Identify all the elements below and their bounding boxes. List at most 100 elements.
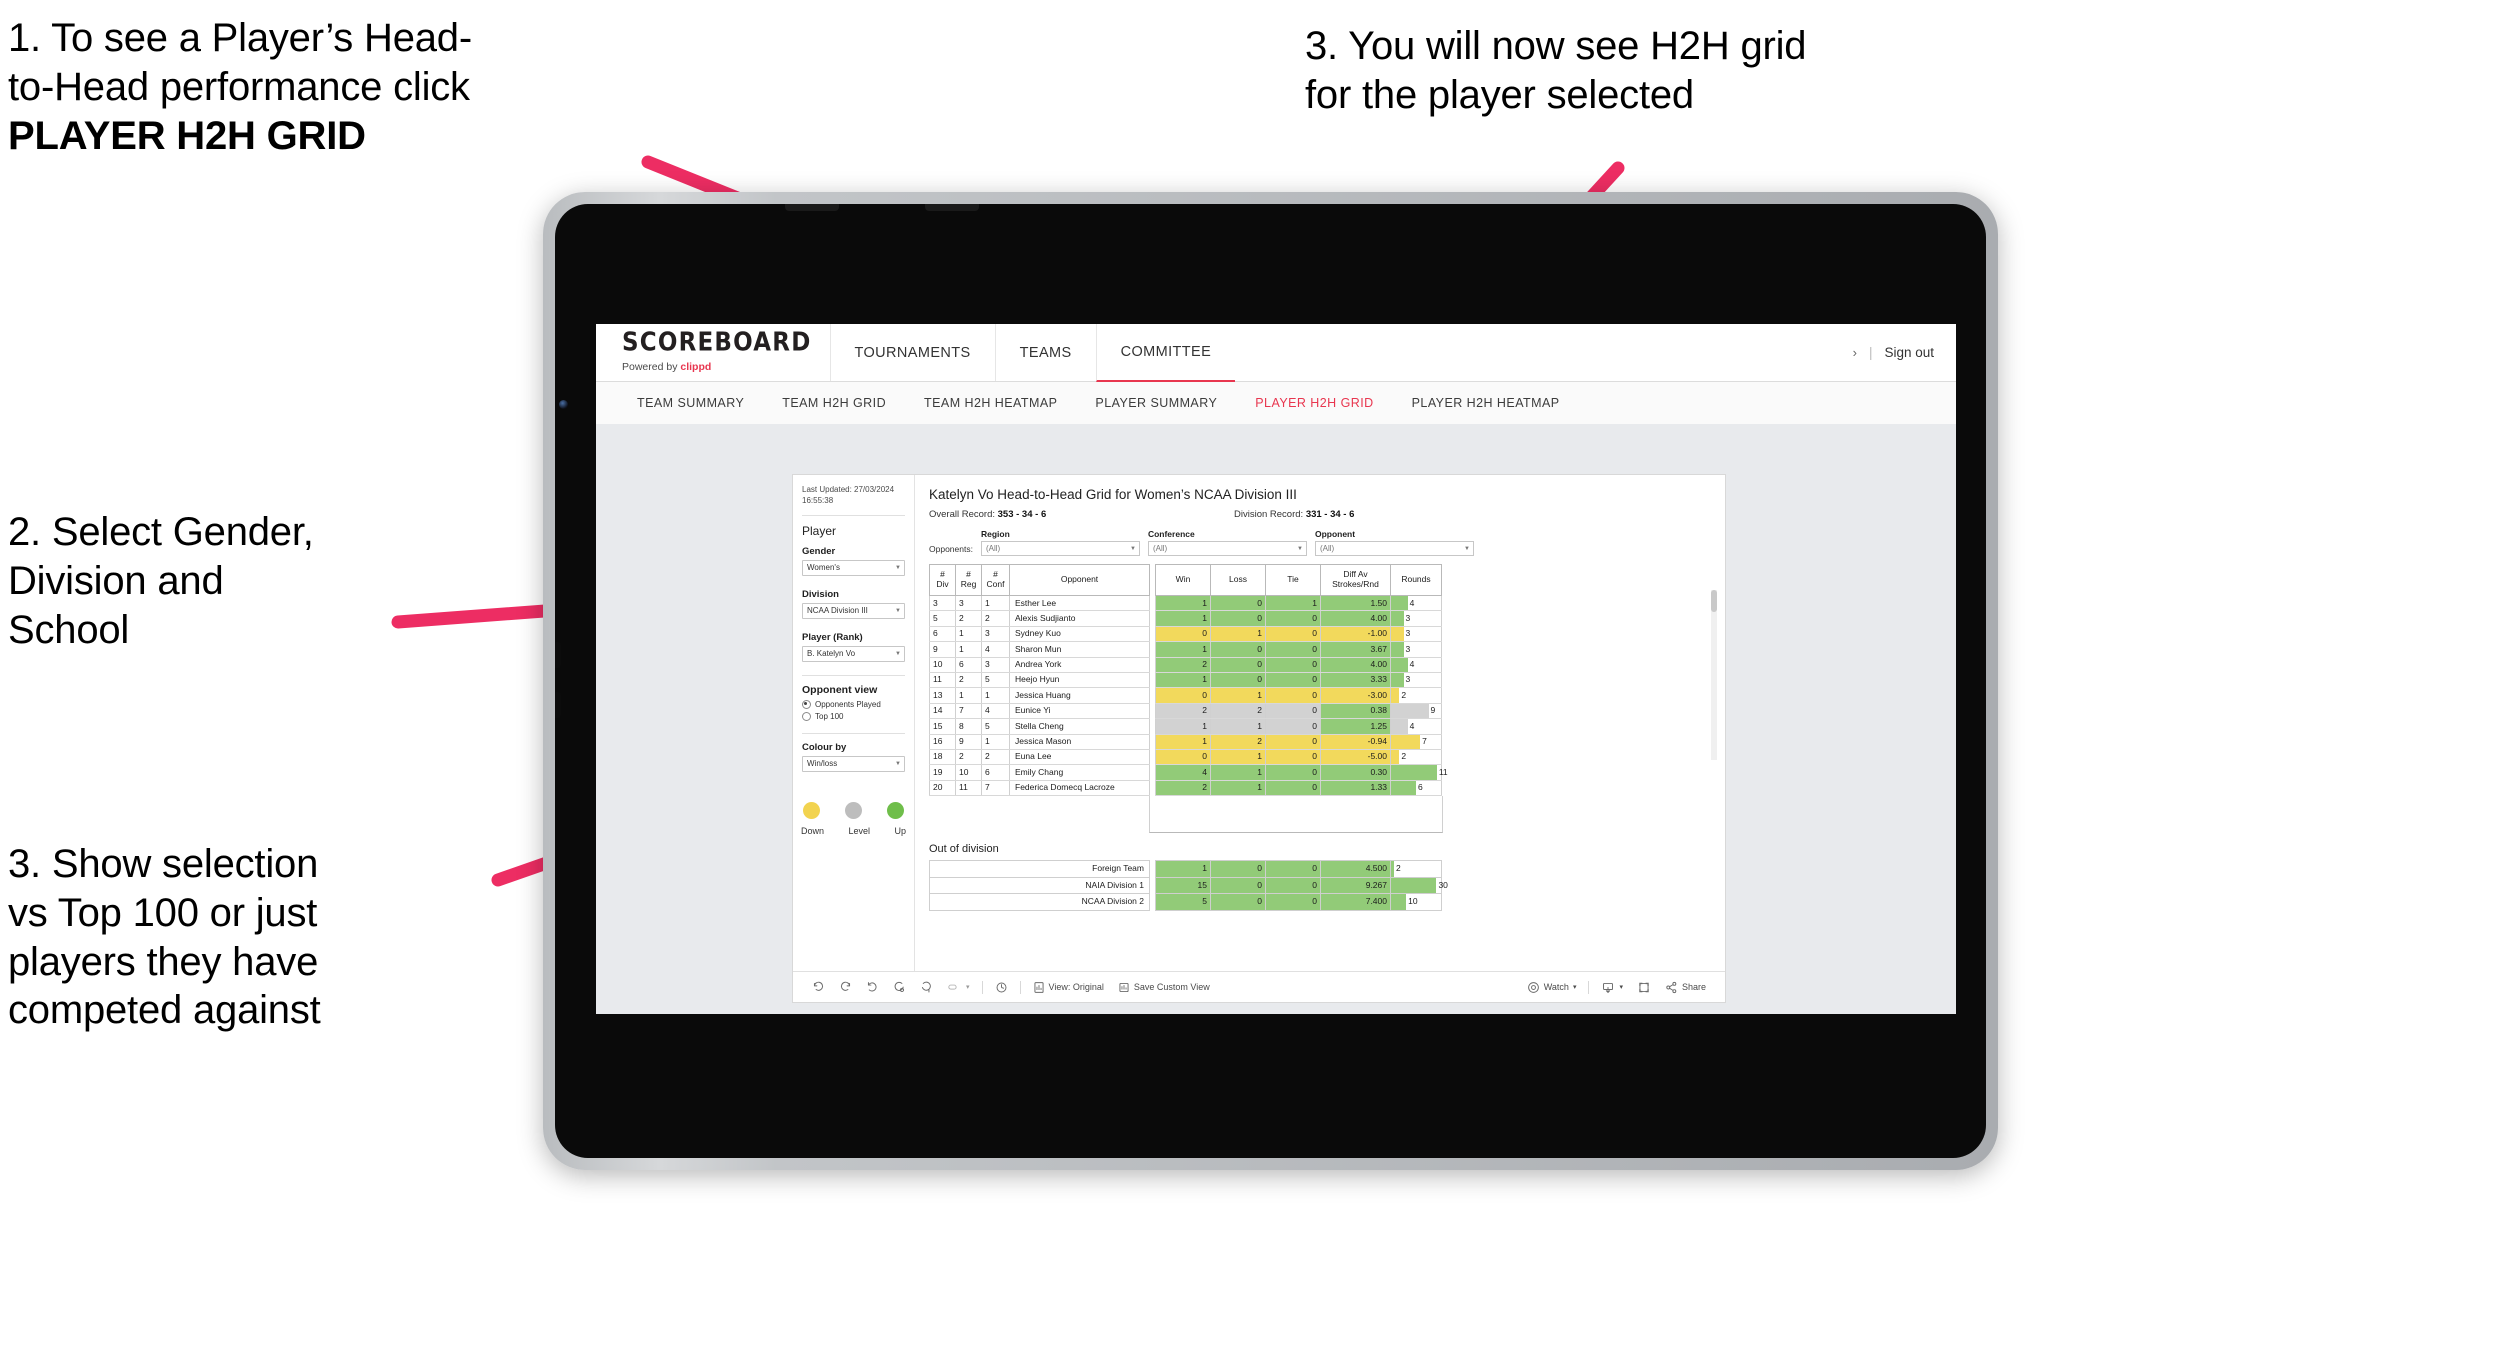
subtab-player-h2h-grid[interactable]: PLAYER H2H GRID [1236,396,1392,410]
grid-col-header[interactable]: # Div [929,564,956,596]
grid-cell-loss[interactable]: 1 [1210,764,1266,781]
grid-cell-diff[interactable]: 3.67 [1320,641,1391,658]
revert-button[interactable] [859,972,886,1002]
filter-conference-select[interactable]: (All) ▼ [1147,541,1307,556]
grid-cell-win[interactable]: 1 [1155,595,1211,612]
grid-cell-conf[interactable]: 3 [981,657,1010,673]
grid-cell-rounds[interactable]: 2 [1390,860,1442,878]
ood-cell-win[interactable]: 1 [1155,860,1211,878]
filter-region-select[interactable]: (All) ▼ [980,541,1140,556]
radio-opponents-played[interactable]: Opponents Played [802,699,905,709]
grid-cell-div[interactable]: 20 [929,780,956,797]
player-rank-select[interactable]: B. Katelyn Vo ▼ [802,645,905,662]
grid-cell-win[interactable]: 4 [1155,764,1211,781]
grid-cell-opponent[interactable]: Eunice Yi [1009,703,1150,720]
grid-cell-diff[interactable]: -3.00 [1320,687,1391,704]
ood-cell-loss[interactable]: 0 [1210,860,1266,878]
grid-cell-rounds[interactable]: 3 [1390,672,1442,689]
grid-cell-loss[interactable]: 1 [1210,626,1266,643]
grid-cell-conf[interactable]: 2 [981,749,1010,766]
grid-cell-opponent[interactable]: Federica Domecq Lacroze [1009,780,1150,797]
grid-cell-div[interactable]: 16 [929,734,956,750]
ood-cell-tie[interactable]: 0 [1265,860,1321,878]
redo-button[interactable] [832,972,859,1002]
grid-cell-loss[interactable]: 0 [1210,595,1266,612]
table-row[interactable]: 9 1 4 Sharon Mun 1 0 0 3.67 3 [929,641,1442,658]
table-row[interactable]: NCAA Division 2 5 0 0 7.400 10 [929,893,1442,911]
grid-cell-opponent[interactable]: Sydney Kuo [1009,626,1150,643]
grid-cell-loss[interactable]: 0 [1210,641,1266,658]
grid-cell-rounds[interactable]: 9 [1390,703,1442,720]
table-row[interactable]: 19 10 6 Emily Chang 4 1 0 0.30 11 [929,764,1448,781]
gender-select[interactable]: Women's ▼ [802,559,905,576]
grid-cell-conf[interactable]: 5 [981,718,1010,735]
grid-cell-reg[interactable]: 8 [955,718,982,735]
table-row[interactable]: 16 9 1 Jessica Mason 1 2 0 -0.94 7 [929,734,1442,750]
grid-cell-diff[interactable]: 4.00 [1320,657,1391,673]
grid-cell-rounds[interactable]: 3 [1390,626,1442,643]
grid-col-header[interactable]: Opponent [1009,564,1150,596]
grid-cell-reg[interactable]: 1 [955,641,982,658]
grid-cell-reg[interactable]: 9 [955,734,982,750]
grid-cell-conf[interactable]: 3 [981,626,1010,643]
grid-cell-diff[interactable]: -0.94 [1320,734,1391,750]
pause-button[interactable] [988,972,1015,1002]
grid-cell-div[interactable]: 10 [929,657,956,673]
table-row[interactable]: 18 2 2 Euna Lee 0 1 0 -5.00 2 [929,749,1442,766]
grid-cell-opponent[interactable]: Heejo Hyun [1009,672,1150,689]
grid-cell-rounds[interactable]: 3 [1390,641,1442,658]
grid-col-header[interactable]: # Conf [981,564,1010,596]
grid-cell-rounds[interactable]: 2 [1390,687,1442,704]
division-select[interactable]: NCAA Division III ▼ [802,602,905,619]
grid-cell-conf[interactable]: 6 [981,764,1010,781]
grid-cell-rounds[interactable]: 2 [1390,749,1442,766]
undo-button[interactable] [805,972,832,1002]
grid-cell-opponent[interactable]: Jessica Mason [1009,734,1150,750]
grid-cell-opponent[interactable]: Euna Lee [1009,749,1150,766]
grid-col-header[interactable]: Diff Av Strokes/Rnd [1320,564,1391,596]
subtab-team-h2h-heatmap[interactable]: TEAM H2H HEATMAP [905,396,1076,410]
subtab-player-summary[interactable]: PLAYER SUMMARY [1076,396,1236,410]
filter-opponent-select[interactable]: (All) ▼ [1314,541,1474,556]
grid-cell-loss[interactable]: 1 [1210,687,1266,704]
table-row[interactable]: 13 1 1 Jessica Huang 0 1 0 -3.00 2 [929,687,1442,704]
grid-cell-tie[interactable]: 0 [1265,749,1321,766]
grid-cell-conf[interactable]: 1 [981,734,1010,750]
grid-cell-reg[interactable]: 2 [955,749,982,766]
ood-cell-diff[interactable]: 4.500 [1320,860,1391,878]
grid-cell-win[interactable]: 0 [1155,626,1211,643]
grid-cell-rounds[interactable]: 3 [1390,610,1442,627]
ood-cell-opponent[interactable]: NAIA Division 1 [929,876,1150,895]
colour-by-select[interactable]: Win/loss ▼ [802,755,905,772]
grid-cell-diff[interactable]: 0.30 [1320,764,1391,781]
grid-cell-reg[interactable]: 10 [955,764,982,781]
grid-cell-diff[interactable]: -5.00 [1320,749,1391,766]
table-row[interactable]: Foreign Team 1 0 0 4.500 2 [929,860,1442,878]
grid-cell-tie[interactable]: 0 [1265,764,1321,781]
ood-cell-opponent[interactable]: Foreign Team [929,860,1150,878]
grid-cell-opponent[interactable]: Alexis Sudjianto [1009,610,1150,627]
grid-col-header[interactable]: Win [1155,564,1211,596]
grid-cell-div[interactable]: 18 [929,749,956,766]
grid-cell-div[interactable]: 9 [929,641,956,658]
ood-cell-loss[interactable]: 0 [1210,876,1266,895]
header-tab-committee[interactable]: COMMITTEE [1095,324,1236,382]
brand-logo[interactable]: SCOREBOARD Powered by clippd [596,324,830,381]
sign-out-link[interactable]: Sign out [1884,345,1934,360]
grid-cell-conf[interactable]: 1 [981,687,1010,704]
grid-cell-rounds[interactable]: 4 [1390,657,1442,673]
grid-cell-conf[interactable]: 5 [981,672,1010,689]
grid-cell-opponent[interactable]: Emily Chang [1009,764,1150,781]
ood-cell-tie[interactable]: 0 [1265,893,1321,911]
grid-cell-tie[interactable]: 1 [1265,595,1321,612]
highlight-button[interactable]: ▾ [940,972,977,1002]
grid-cell-div[interactable]: 3 [929,595,956,612]
grid-cell-loss[interactable]: 0 [1210,610,1266,627]
h2h-grid-scrollbar[interactable] [1711,590,1717,760]
ood-cell-diff[interactable]: 9.267 [1320,876,1391,895]
grid-cell-reg[interactable]: 1 [955,687,982,704]
grid-cell-reg[interactable]: 2 [955,672,982,689]
grid-cell-rounds[interactable]: 11 [1390,764,1448,781]
grid-cell-rounds[interactable]: 10 [1390,893,1442,911]
grid-cell-loss[interactable]: 0 [1210,657,1266,673]
